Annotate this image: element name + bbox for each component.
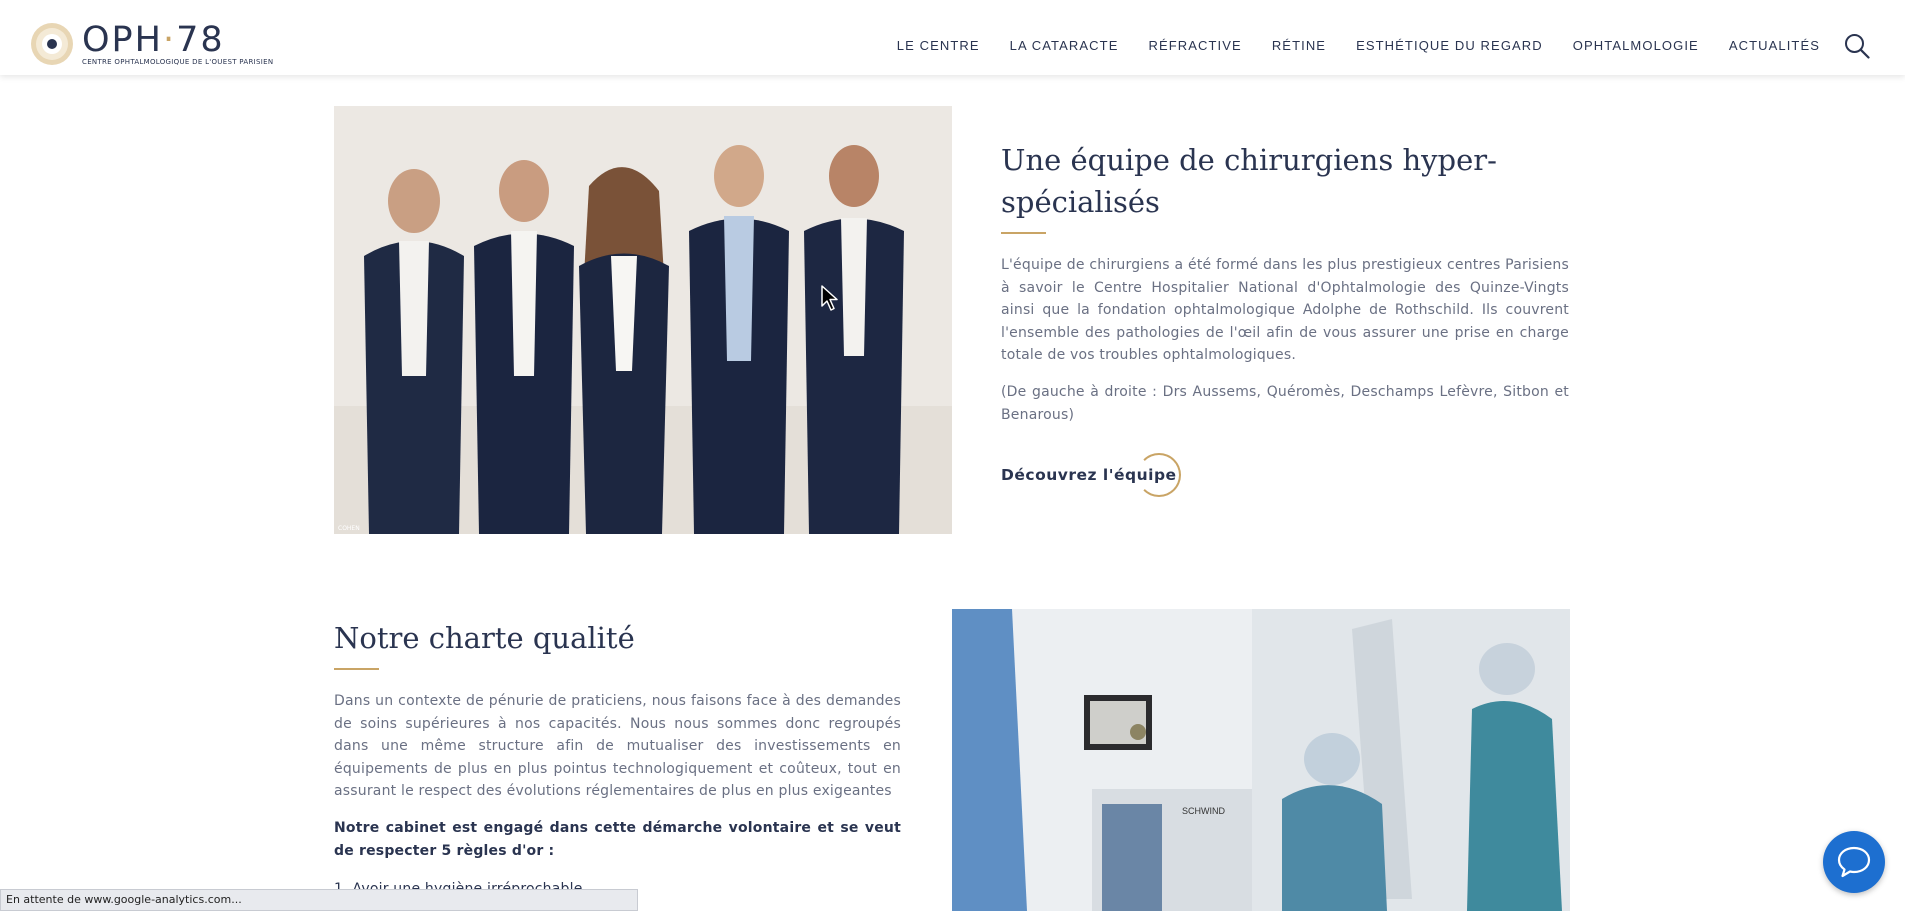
browser-status-bar: En attente de www.google-analytics.com..… <box>0 889 638 911</box>
chat-button[interactable] <box>1823 831 1885 893</box>
team-paragraph: L'équipe de chirurgiens a été formé dans… <box>1001 257 1569 363</box>
title-underline <box>334 668 379 670</box>
nav-la-cataracte[interactable]: LA CATARACTE <box>1010 38 1119 53</box>
mouse-cursor-icon <box>821 285 838 311</box>
logo-subtitle: CENTRE OPHTALMOLOGIQUE DE L'OUEST PARISI… <box>82 58 274 66</box>
nav-esthetique-du-regard[interactable]: ESTHÉTIQUE DU REGARD <box>1356 38 1543 53</box>
quality-title: Notre charte qualité <box>334 621 635 655</box>
title-underline <box>1001 232 1046 234</box>
quality-paragraph: Dans un contexte de pénurie de praticien… <box>334 693 901 799</box>
search-icon[interactable] <box>1844 33 1870 59</box>
site-logo[interactable]: OPH·78 CENTRE OPHTALMOLOGIQUE DE L'OUEST… <box>30 20 275 70</box>
team-photo: COHEN <box>334 106 952 534</box>
nav-ophtalmologie[interactable]: OPHTALMOLOGIE <box>1573 38 1699 53</box>
equipment-label: SCHWIND <box>1182 806 1225 816</box>
nav-retine[interactable]: RÉTINE <box>1272 38 1326 53</box>
clinic-photo: SCHWIND <box>952 609 1570 911</box>
eye-logo-icon <box>31 23 73 65</box>
team-title: Une équipe de chirurgiens hyper-spéciali… <box>1001 143 1497 219</box>
team-caption: (De gauche à droite : Drs Aussems, Quéro… <box>1001 384 1569 423</box>
main-nav: LE CENTRE LA CATARACTE RÉFRACTIVE RÉTINE… <box>867 38 1820 53</box>
quality-commitment: Notre cabinet est engagé dans cette déma… <box>334 820 901 859</box>
circle-accent-icon <box>1137 453 1181 497</box>
photo-credit: COHEN <box>338 525 360 532</box>
site-header: OPH·78 CENTRE OPHTALMOLOGIQUE DE L'OUEST… <box>0 0 1905 75</box>
nav-actualites[interactable]: ACTUALITÉS <box>1729 38 1820 53</box>
nav-refractive[interactable]: RÉFRACTIVE <box>1148 38 1241 53</box>
chat-bubble-icon <box>1837 846 1871 878</box>
logo-wordmark: OPH·78 <box>82 20 225 60</box>
nav-le-centre[interactable]: LE CENTRE <box>897 38 980 53</box>
discover-team-button[interactable]: Découvrez l'équipe <box>1001 453 1201 499</box>
